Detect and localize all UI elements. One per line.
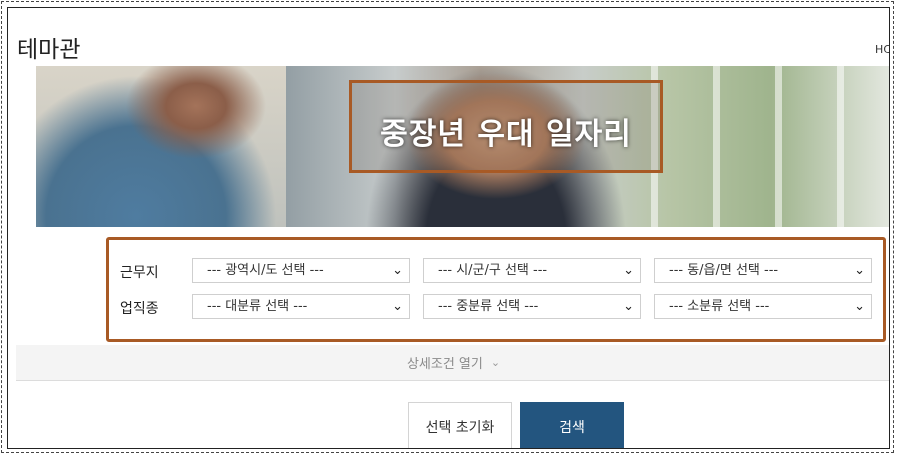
- home-nav-link[interactable]: HC: [875, 43, 889, 56]
- theme-banner: 중장년 우대 일자리: [36, 66, 889, 227]
- province-select[interactable]: --- 광역시/도 선택 --- ⌄: [192, 258, 410, 283]
- middle-category-select[interactable]: --- 중분류 선택 --- ⌄: [423, 294, 641, 319]
- chevron-down-icon: ⌄: [623, 299, 634, 314]
- district-select-value: --- 동/읍/면 선택 ---: [669, 263, 779, 278]
- banner-photo-person-left: [36, 66, 286, 227]
- search-filter-panel: 근무지 --- 광역시/도 선택 --- ⌄ --- 시/군/구 선택 --- …: [106, 237, 886, 342]
- banner-title: 중장년 우대 일자리: [380, 116, 632, 152]
- province-select-value: --- 광역시/도 선택 ---: [207, 263, 324, 278]
- middle-category-select-value: --- 중분류 선택 ---: [438, 299, 539, 314]
- major-category-select[interactable]: --- 대분류 선택 --- ⌄: [192, 294, 410, 319]
- district-select[interactable]: --- 동/읍/면 선택 --- ⌄: [654, 258, 872, 283]
- chevron-down-icon: ⌄: [392, 299, 403, 314]
- reset-selection-button[interactable]: 선택 초기화: [408, 402, 512, 448]
- city-select-value: --- 시/군/구 선택 ---: [438, 263, 548, 278]
- chevron-down-icon: ⌄: [854, 263, 865, 278]
- major-category-select-value: --- 대분류 선택 ---: [207, 299, 308, 314]
- detail-conditions-label: 상세조건 열기: [406, 357, 483, 372]
- search-button[interactable]: 검색: [520, 402, 624, 448]
- detail-conditions-toggle[interactable]: 상세조건 열기 ⌄: [16, 345, 889, 381]
- location-label: 근무지: [120, 265, 159, 281]
- chevron-down-icon: ⌄: [490, 356, 501, 369]
- job-category-label: 업직종: [120, 301, 159, 317]
- page-title: 테마관: [17, 37, 81, 63]
- chevron-down-icon: ⌄: [392, 263, 403, 278]
- chevron-down-icon: ⌄: [623, 263, 634, 278]
- minor-category-select-value: --- 소분류 선택 ---: [669, 299, 770, 314]
- banner-title-highlight: 중장년 우대 일자리: [349, 80, 663, 173]
- chevron-down-icon: ⌄: [854, 299, 865, 314]
- page-container: 테마관 HC 중장년 우대 일자리 근무지 --- 광역시/도 선택 --- ⌄…: [7, 7, 890, 449]
- minor-category-select[interactable]: --- 소분류 선택 --- ⌄: [654, 294, 872, 319]
- city-select[interactable]: --- 시/군/구 선택 --- ⌄: [423, 258, 641, 283]
